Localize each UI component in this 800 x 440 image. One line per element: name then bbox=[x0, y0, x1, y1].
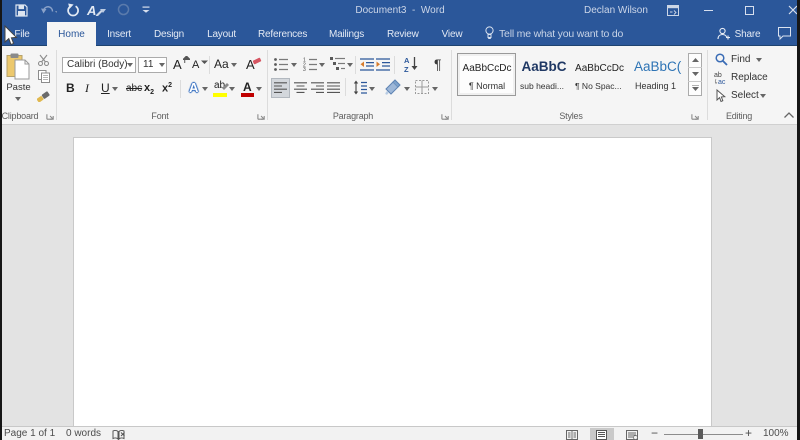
svg-text:ab: ab bbox=[714, 72, 722, 79]
svg-text:Z: Z bbox=[404, 65, 409, 72]
svg-text:3: 3 bbox=[303, 67, 306, 71]
svg-text:ac: ac bbox=[718, 79, 726, 85]
svg-text:A: A bbox=[404, 56, 410, 65]
